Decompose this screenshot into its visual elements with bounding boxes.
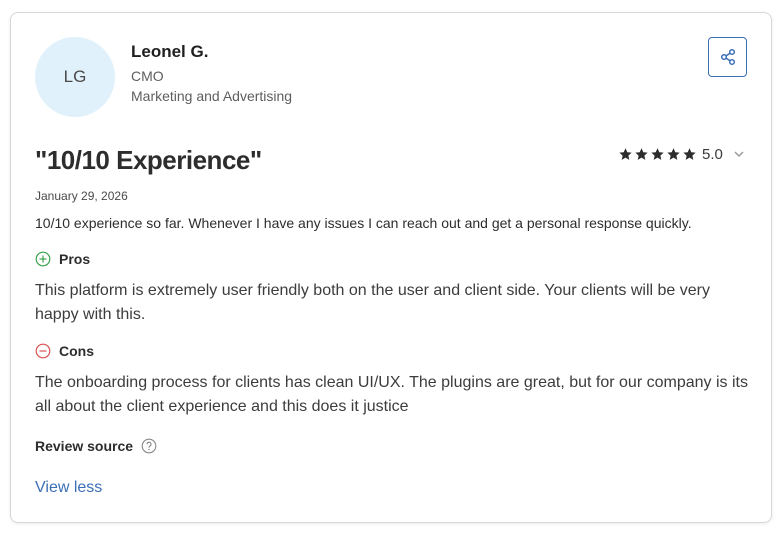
review-summary: 10/10 experience so far. Whenever I have… bbox=[35, 215, 692, 231]
review-card: LG Leonel G. CMO Marketing and Advertisi… bbox=[10, 12, 772, 523]
plus-circle-icon bbox=[35, 251, 51, 267]
rating-summary[interactable]: 5.0 bbox=[618, 144, 745, 164]
share-button[interactable] bbox=[708, 37, 747, 77]
reviewer-name: Leonel G. bbox=[131, 42, 209, 61]
chevron-down-icon[interactable] bbox=[733, 148, 745, 160]
pros-text: This platform is extremely user friendly… bbox=[35, 282, 710, 323]
review-title: "10/10 Experience" bbox=[35, 145, 262, 175]
reviewer-industry: Marketing and Advertising bbox=[131, 88, 293, 104]
star-icon bbox=[619, 147, 632, 160]
question-circle-icon[interactable] bbox=[141, 438, 157, 454]
avatar: LG bbox=[35, 37, 115, 117]
star-icon bbox=[635, 147, 648, 160]
cons-label: Cons bbox=[59, 343, 94, 359]
pros-heading: Pros bbox=[35, 251, 90, 267]
share-icon bbox=[720, 48, 735, 66]
star-rating bbox=[618, 147, 697, 162]
review-source-label: Review source bbox=[35, 438, 134, 454]
avatar-initials: LG bbox=[63, 67, 87, 86]
rating-value: 5.0 bbox=[702, 145, 723, 163]
review-source: Review source bbox=[35, 438, 157, 454]
review-date: January 29, 2026 bbox=[35, 189, 128, 203]
star-icon bbox=[651, 147, 664, 160]
star-icon bbox=[667, 147, 680, 160]
minus-circle-icon bbox=[35, 343, 51, 359]
cons-heading: Cons bbox=[35, 343, 94, 359]
view-less-link[interactable]: View less bbox=[35, 479, 102, 497]
star-icon bbox=[683, 147, 696, 160]
cons-text: The onboarding process for clients has c… bbox=[35, 374, 748, 415]
reviewer-role: CMO bbox=[131, 68, 164, 84]
pros-label: Pros bbox=[59, 251, 91, 267]
